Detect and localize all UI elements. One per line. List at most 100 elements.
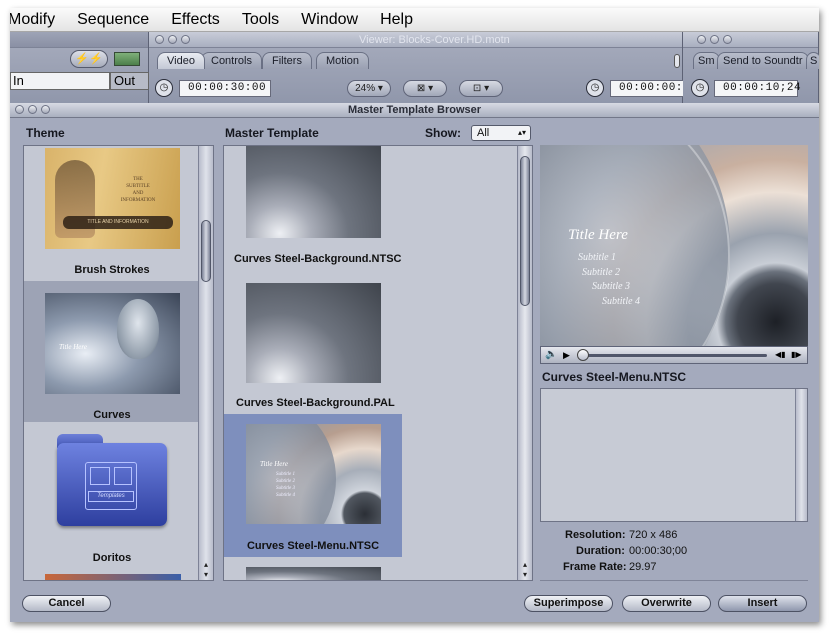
master-template-browser-dialog: Master Template Browser Theme Master Tem… <box>10 103 819 622</box>
scroll-arrows-icon[interactable]: ▴ ▾ <box>199 560 213 580</box>
tab-sm[interactable]: Sm <box>693 52 720 69</box>
close-icon[interactable] <box>697 35 706 44</box>
theme-item-doritos[interactable]: Templates Doritos <box>24 424 200 564</box>
superimpose-button[interactable]: Superimpose <box>524 595 613 612</box>
thumb-subtitle: Subtitle 2 <box>276 479 296 484</box>
template-thumbnail <box>246 146 381 238</box>
right-window-controls <box>697 35 732 44</box>
menu-window[interactable]: Window <box>290 11 369 29</box>
theme-scroll-thumb[interactable] <box>201 220 211 282</box>
previous-icon[interactable]: ◀▮ <box>775 347 786 363</box>
tab-filters[interactable]: Filters <box>262 52 312 69</box>
viewer-title: Viewer: Blocks-Cover.HD.motn <box>359 34 510 46</box>
thumb-text-line: AND <box>132 191 144 196</box>
audio-level-icon <box>114 52 140 66</box>
template-thumbnail <box>246 283 381 383</box>
menu-bar: Modify Sequence Effects Tools Window Hel… <box>10 8 819 32</box>
resolution-value: 720 x 486 <box>629 529 678 541</box>
description-scrollbar[interactable] <box>795 389 807 521</box>
overlay-popup[interactable]: ⊡ ▾ <box>459 80 503 97</box>
right-window: Sm Send to Soundtr S ◷ 00:00:10;24 <box>683 32 819 103</box>
timecode-clock-icon: ◷ <box>691 79 709 97</box>
menu-effects[interactable]: Effects <box>160 11 231 29</box>
folder-icon: Templates <box>57 434 167 530</box>
template-item[interactable]: Curves Steel-Background.PAL <box>224 280 402 422</box>
master-template-list[interactable]: Curves Steel-Background.NTSC Curves Stee… <box>223 145 533 581</box>
snapping-toggle[interactable]: ⚡⚡ <box>70 50 108 68</box>
minimize-icon[interactable] <box>710 35 719 44</box>
play-icon[interactable]: ▶ <box>563 347 570 363</box>
template-scroll-thumb[interactable] <box>520 156 530 306</box>
minimize-icon[interactable] <box>168 35 177 44</box>
theme-heading: Theme <box>26 126 65 140</box>
show-value: All <box>477 127 490 139</box>
curves-thumb-title: Title Here <box>59 343 87 351</box>
timecode-clock-icon: ◷ <box>586 79 604 97</box>
theme-scrollbar[interactable]: ▴ ▾ <box>198 146 213 580</box>
banner-text: TITLE AND INFORMATION <box>87 219 149 225</box>
minimize-icon[interactable] <box>28 105 37 114</box>
volume-icon[interactable]: 🔈 <box>545 347 557 363</box>
theme-item-curves[interactable]: Title Here Curves <box>24 281 200 422</box>
resolution-label: Resolution: <box>565 529 626 541</box>
menu-sequence[interactable]: Sequence <box>66 11 160 29</box>
tab-controls[interactable]: Controls <box>201 52 262 69</box>
thumb-text-line: SUBTITLE <box>126 184 150 189</box>
theme-name: Curves <box>93 409 131 421</box>
template-scrollbar[interactable]: ▴ ▾ <box>517 146 532 580</box>
thumb-subtitle: Subtitle 1 <box>276 472 296 477</box>
resize-handle[interactable] <box>674 54 680 68</box>
duration-value: 00:00:30;00 <box>629 545 688 557</box>
face-shape <box>117 299 159 359</box>
tab-s[interactable]: S <box>806 52 819 69</box>
tab-send-to-soundtrack[interactable]: Send to Soundtr <box>717 52 809 69</box>
menu-help[interactable]: Help <box>369 11 424 29</box>
thumb-subtitle: Subtitle 4 <box>276 493 296 498</box>
templates-glyph-icon: Templates <box>85 462 137 510</box>
zoom-popup[interactable]: 24% ▾ <box>347 80 391 97</box>
template-name: Curves Steel-Menu.NTSC <box>246 540 380 552</box>
tab-motion[interactable]: Motion <box>316 52 370 69</box>
template-thumbnail: Title Here Subtitle 1 Subtitle 2 Subtitl… <box>246 424 381 524</box>
zoom-icon[interactable] <box>723 35 732 44</box>
dialog-title: Master Template Browser <box>347 104 482 116</box>
close-icon[interactable] <box>15 105 24 114</box>
curves-thumbnail: Title Here <box>45 293 180 394</box>
brush-stroke-banner: TITLE AND INFORMATION <box>63 216 173 229</box>
menu-modify[interactable]: Modify <box>10 11 66 29</box>
preview-scrubber[interactable] <box>579 354 767 357</box>
in-point-field[interactable]: In <box>10 72 110 90</box>
in-label: In <box>13 73 24 88</box>
template-item[interactable]: Curves Steel-Background.NTSC <box>224 146 402 286</box>
snap-icon: ⚡⚡ <box>75 53 103 65</box>
template-item-selected[interactable]: Title Here Subtitle 1 Subtitle 2 Subtitl… <box>224 414 402 557</box>
preview-subtitles: Subtitle 1 Subtitle 2 Subtitle 3 Subtitl… <box>578 251 640 309</box>
out-point-field[interactable]: Out <box>110 72 149 90</box>
window-controls <box>155 35 190 44</box>
insert-button[interactable]: Insert <box>718 595 807 612</box>
menu-tools[interactable]: Tools <box>231 11 290 29</box>
right-timecode-field[interactable]: 00:00:10;24 <box>714 80 801 97</box>
duration-clock-icon: ◷ <box>155 79 173 97</box>
current-timecode-field[interactable]: 00:00:00:00 <box>610 80 697 97</box>
scroll-arrows-icon[interactable]: ▴ ▾ <box>518 560 532 580</box>
theme-list[interactable]: THE SUBTITLE AND INFORMATION TITLE AND I… <box>23 145 214 581</box>
theme-item-brush-strokes[interactable]: THE SUBTITLE AND INFORMATION TITLE AND I… <box>24 146 200 284</box>
show-popup[interactable]: All ▴▾ <box>471 125 531 141</box>
overwrite-button[interactable]: Overwrite <box>622 595 711 612</box>
close-icon[interactable] <box>155 35 164 44</box>
playhead-handle[interactable] <box>577 349 589 361</box>
zoom-icon[interactable] <box>181 35 190 44</box>
tab-video[interactable]: Video <box>157 52 205 69</box>
show-label: Show: <box>425 126 461 140</box>
zoom-icon[interactable] <box>41 105 50 114</box>
duration-field[interactable]: 00:00:30:00 <box>179 80 271 97</box>
framerate-label: Frame Rate: <box>563 561 627 573</box>
preview-controls: 🔈 ▶ ◀▮ ▮▶ <box>540 346 808 364</box>
overlay-icon: ⊡ ▾ <box>472 83 490 94</box>
template-name: Curves Steel-Background.PAL <box>236 397 395 409</box>
preview-subtitle: Subtitle 2 <box>582 266 621 278</box>
view-popup[interactable]: ⊠ ▾ <box>403 80 447 97</box>
cancel-button[interactable]: Cancel <box>22 595 111 612</box>
next-icon[interactable]: ▮▶ <box>791 347 802 363</box>
